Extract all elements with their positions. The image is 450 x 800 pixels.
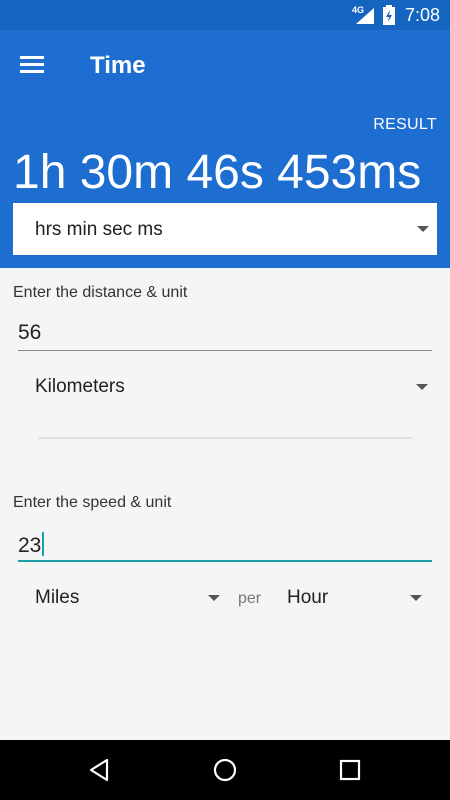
home-icon[interactable] [212,757,238,783]
time-unit-value: Hour [287,587,329,608]
result-format-value: hrs min sec ms [35,219,163,240]
menu-icon[interactable] [20,52,50,80]
distance-label: Enter the distance & unit [13,284,188,301]
dropdown-arrow-icon [410,595,422,601]
result-format-dropdown[interactable]: hrs min sec ms [13,203,437,255]
distance-value: 56 [18,321,42,344]
status-bar: 4G 7:08 [0,0,450,30]
result-value: 1h 30m 46s 453ms [13,146,422,199]
time-unit-dropdown[interactable]: Hour [287,587,430,613]
back-icon[interactable] [87,757,113,783]
recents-icon[interactable] [337,757,363,783]
speed-value-wrap: 23 [18,532,45,558]
distance-input-underline [18,350,432,351]
distance-unit-dropdown[interactable]: Kilometers [35,376,430,402]
dropdown-arrow-icon [208,595,220,601]
battery-icon [383,5,395,25]
speed-label: Enter the speed & unit [13,494,172,511]
result-label: RESULT [373,116,437,133]
navigation-bar [0,740,450,800]
speed-input-underline [18,560,432,562]
distance-unit-value: Kilometers [35,376,125,397]
page-title: Time [90,52,146,79]
dropdown-arrow-icon [417,226,429,232]
distance-input[interactable]: 56 [18,311,432,351]
divider [38,437,413,439]
signal-icon [356,8,374,24]
speed-value: 23 [18,534,42,557]
status-time: 7:08 [405,5,441,25]
speed-input[interactable]: 23 [18,522,432,562]
app-bar: Time RESULT 1h 30m 46s 453ms hrs min sec… [0,30,450,268]
dropdown-arrow-icon [416,384,428,390]
speed-unit-dropdown[interactable]: Miles [35,587,225,613]
text-cursor [42,532,45,556]
speed-unit-value: Miles [35,587,80,608]
per-label: per [238,590,262,607]
